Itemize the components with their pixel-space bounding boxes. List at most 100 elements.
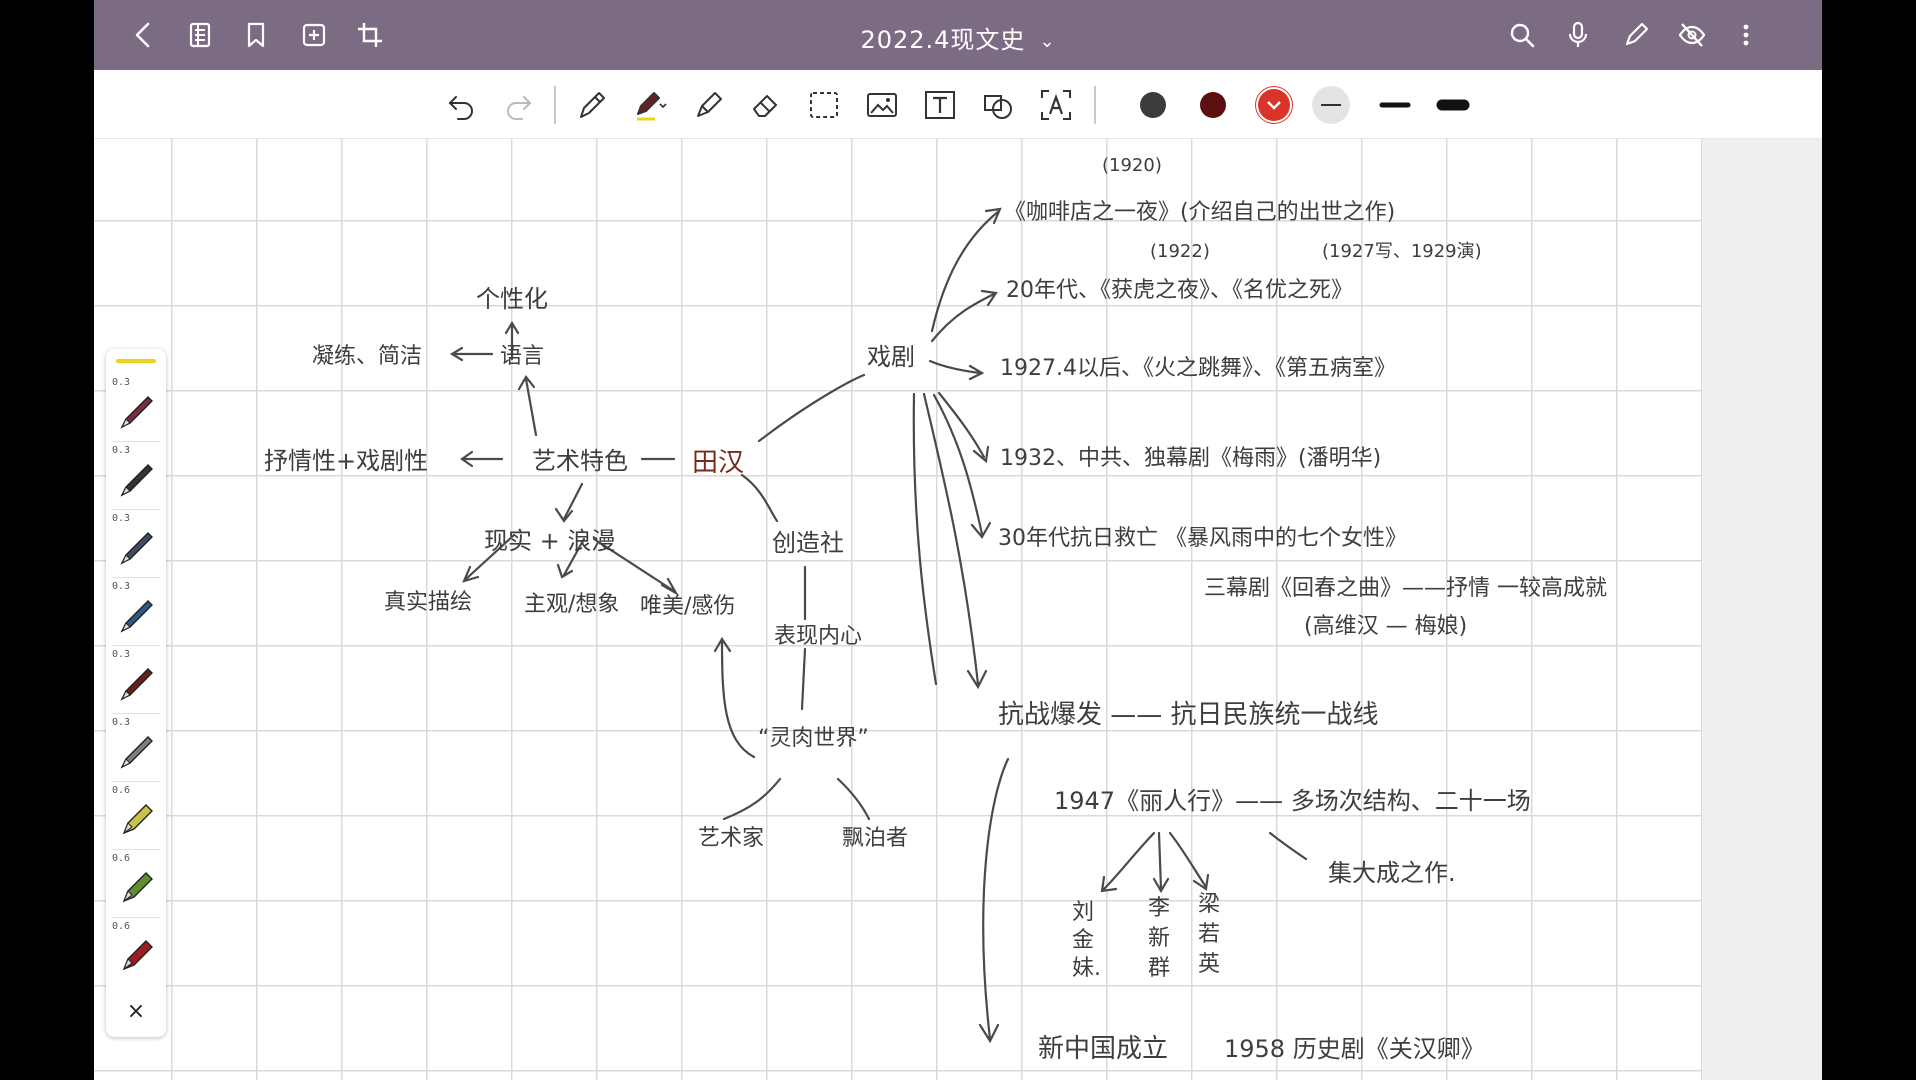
arrow — [713, 636, 756, 759]
close-icon[interactable]: × — [106, 991, 166, 1033]
document-title-text[interactable]: 2022.4现文史 — [860, 26, 1025, 54]
arrow — [554, 482, 584, 523]
note-subjective: 主观/想象 — [524, 592, 619, 617]
note-wanderer: 飘泊者 — [842, 826, 908, 851]
undo-icon[interactable] — [440, 83, 484, 127]
arrow — [932, 393, 992, 539]
connector-line — [836, 777, 871, 821]
arrow — [1100, 831, 1156, 893]
note-fire: 1927.4以后、《火之跳舞》、《第五病室》 — [1000, 356, 1396, 381]
note-app-window: 2022.4现文史 ⌄ 田汉 戏剧 艺术特色 语言 个性化 凝练、简洁 抒情性+… — [94, 0, 1822, 1080]
arrow — [449, 346, 494, 362]
active-pen-indicator — [116, 359, 156, 363]
note-aesthetic: 唯美/感伤 — [640, 594, 735, 619]
note-return-song: 三幕剧《回春之曲》——抒情 一较高成就 — [1204, 576, 1607, 601]
note-real-depict: 真实描绘 — [384, 590, 472, 615]
pencil-icon[interactable] — [1614, 13, 1658, 57]
pen-active-icon[interactable] — [628, 83, 672, 127]
char-2-glyph: 李 — [1148, 896, 1170, 921]
redo-icon[interactable] — [496, 83, 540, 127]
connector-line — [740, 473, 779, 523]
note-concise: 凝练、简洁 — [312, 344, 422, 369]
arrow — [1168, 831, 1210, 891]
note-guan: 1958 历史剧《关汉卿》 — [1224, 1035, 1485, 1063]
pen-size-label: 0.3 — [112, 377, 131, 388]
note-beauty: 1947《丽人行》—— 多场次结构、二十一场 — [1054, 787, 1531, 815]
pen-preset-8[interactable]: 0.6 — [106, 851, 166, 919]
note-gao: (高维汉 — 梅娘) — [1304, 614, 1467, 639]
pen-separator — [112, 509, 160, 510]
arrow — [928, 359, 985, 381]
lasso-select-icon[interactable] — [802, 83, 846, 127]
arrow — [460, 450, 504, 468]
image-icon[interactable] — [860, 83, 904, 127]
note-war: 抗战爆发 —— 抗日民族统一战线 — [998, 700, 1379, 730]
note-center-title: 田汉 — [692, 448, 744, 478]
text-icon[interactable] — [918, 83, 962, 127]
pen-preset-7[interactable]: 0.6 — [106, 783, 166, 851]
arrow — [517, 375, 538, 437]
color-swatch-red-selected[interactable] — [1258, 89, 1290, 121]
color-swatch-dark-gray[interactable] — [1140, 92, 1166, 118]
pen-presets-panel: 0.3 0.3 0.3 0.3 0.3 0.3 0.6 0.6 0.6 × — [106, 349, 166, 1037]
pen-preset-2[interactable]: 0.3 — [106, 443, 166, 511]
pen-preset-5[interactable]: 0.3 — [106, 647, 166, 715]
line-width-thin[interactable] — [1312, 86, 1350, 124]
line-width-medium[interactable] — [1376, 86, 1414, 124]
add-page-icon[interactable] — [292, 13, 336, 57]
note-year-1927: (1927写、1929演) — [1322, 241, 1482, 262]
note-char-1: 刘金妹. — [1072, 900, 1101, 981]
shape-icon[interactable] — [976, 83, 1020, 127]
pen-preset-1[interactable]: 0.3 — [106, 375, 166, 443]
toolbar-divider — [554, 86, 556, 124]
pen-size-label: 0.3 — [112, 445, 131, 456]
pen-preset-6[interactable]: 0.3 — [106, 715, 166, 783]
microphone-icon[interactable] — [1556, 13, 1600, 57]
note-language: 语言 — [500, 344, 544, 369]
arrow — [978, 757, 1010, 1044]
char-1-glyph: 妹. — [1072, 956, 1101, 981]
note-artist: 艺术家 — [698, 826, 764, 851]
connector-line — [722, 777, 782, 821]
pen-size-label: 0.6 — [112, 853, 131, 864]
top-app-bar: 2022.4现文史 ⌄ — [94, 0, 1822, 70]
line-width-thick[interactable] — [1434, 86, 1472, 124]
note-canvas[interactable]: 田汉 戏剧 艺术特色 语言 个性化 凝练、简洁 抒情性+戏剧性 现实 + 浪漫 … — [94, 139, 1702, 1080]
char-2-glyph: 群 — [1148, 956, 1170, 981]
pen-separator — [112, 917, 160, 918]
pen-separator — [112, 645, 160, 646]
marker-icon — [122, 872, 153, 903]
bookmark-icon[interactable] — [234, 13, 278, 57]
more-icon[interactable] — [1724, 13, 1768, 57]
chevron-down-icon[interactable]: ⌄ — [1039, 31, 1055, 52]
pen-icon — [120, 464, 153, 497]
pen-icon[interactable] — [570, 83, 614, 127]
hide-icon[interactable] — [1670, 13, 1714, 57]
pen-icon — [120, 396, 153, 429]
note-new-china: 新中国成立 — [1038, 1034, 1168, 1064]
pen-size-label: 0.3 — [112, 717, 131, 728]
note-cafe: 《咖啡店之一夜》(介绍自己的出世之作) — [1004, 200, 1395, 225]
color-swatch-dark-red[interactable] — [1200, 92, 1226, 118]
pen-size-label: 0.6 — [112, 785, 131, 796]
chevron-down-icon — [1267, 101, 1281, 110]
pen-preset-3[interactable]: 0.3 — [106, 511, 166, 579]
back-icon[interactable] — [122, 13, 166, 57]
highlighter-icon[interactable] — [686, 83, 730, 127]
connector-line — [1268, 831, 1308, 861]
crop-icon[interactable] — [348, 13, 392, 57]
search-icon[interactable] — [1500, 13, 1544, 57]
eraser-icon[interactable] — [744, 83, 788, 127]
pen-separator — [112, 849, 160, 850]
pages-icon[interactable] — [178, 13, 222, 57]
pen-preset-4[interactable]: 0.3 — [106, 579, 166, 647]
page-margin — [1702, 139, 1822, 1080]
note-storm: 30年代抗日救亡 《暴风雨中的七个女性》 — [998, 526, 1407, 551]
pen-preset-9[interactable]: 0.6 — [106, 919, 166, 987]
arrow — [930, 207, 1002, 333]
handwritten-mindmap: 田汉 戏剧 艺术特色 语言 个性化 凝练、简洁 抒情性+戏剧性 现实 + 浪漫 … — [264, 155, 1607, 1064]
note-masterpiece: 集大成之作. — [1328, 859, 1456, 887]
note-char-3: 梁若英 — [1198, 892, 1220, 977]
pen-size-label: 0.6 — [112, 921, 131, 932]
text-recognition-icon[interactable] — [1034, 83, 1078, 127]
